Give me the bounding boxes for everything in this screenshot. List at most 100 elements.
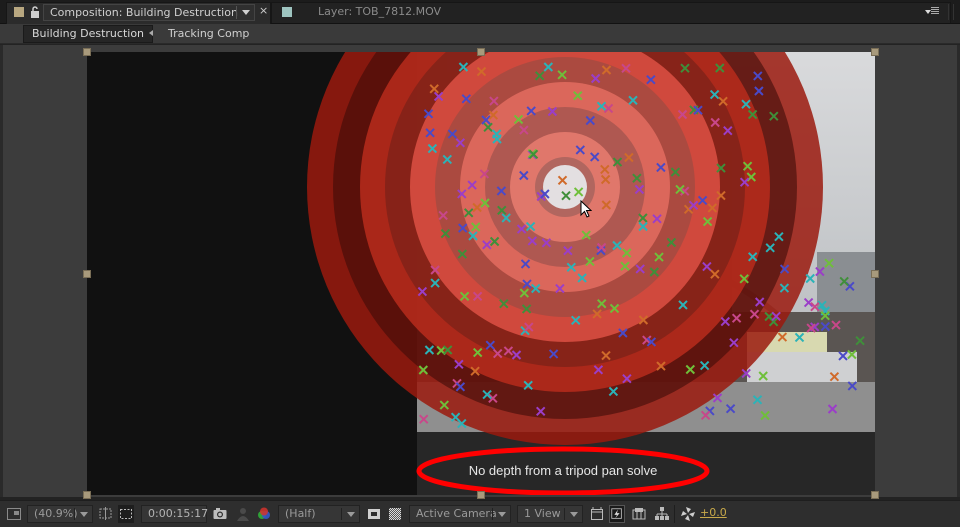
track-point: [760, 410, 770, 421]
composition-frame[interactable]: No depth from a tripod pan solve: [87, 52, 875, 495]
track-point: [601, 200, 612, 210]
track-point: [438, 210, 448, 221]
track-point: [765, 243, 775, 253]
panel-menu-icon[interactable]: [925, 7, 943, 17]
panel-grip-handle[interactable]: [948, 4, 954, 20]
chevron-down-icon: [570, 512, 578, 517]
transform-handle-top-left[interactable]: [83, 48, 91, 56]
track-point: [519, 125, 529, 135]
track-point: [547, 106, 558, 117]
track-point: [815, 266, 825, 277]
transform-handle-bottom-right[interactable]: [871, 491, 879, 499]
snapshot-camera-icon[interactable]: [212, 505, 228, 523]
track-point: [454, 359, 464, 370]
track-point: [463, 208, 474, 218]
rgb-channel-icon[interactable]: [256, 505, 272, 523]
track-point: [423, 109, 434, 119]
track-point: [489, 96, 499, 106]
track-point: [482, 240, 492, 250]
transform-handle-top-center[interactable]: [477, 48, 485, 56]
region-of-interest-icon[interactable]: [98, 505, 114, 523]
composition-dropdown[interactable]: Composition: Building Destruction: [43, 4, 255, 21]
track-point: [525, 221, 536, 232]
track-points-layer: [417, 62, 865, 429]
track-point: [670, 167, 681, 177]
transform-handle-bottom-left[interactable]: [83, 491, 91, 499]
view-layout-dropdown[interactable]: 1 View: [517, 505, 583, 523]
track-point: [654, 252, 664, 262]
fast-previews-lightning-icon[interactable]: [609, 505, 625, 523]
lock-icon[interactable]: [30, 6, 40, 18]
track-point: [839, 276, 849, 287]
track-point: [548, 349, 559, 359]
track-point: [718, 96, 728, 107]
track-point: [723, 125, 733, 136]
track-point: [535, 406, 546, 417]
track-point: [656, 162, 666, 173]
exposure-value[interactable]: +0.0: [700, 506, 727, 519]
close-tab-icon[interactable]: ×: [259, 5, 268, 17]
track-point: [523, 380, 533, 391]
track-point: [481, 115, 491, 125]
track-point: [710, 117, 720, 128]
checkerboard-icon[interactable]: [387, 505, 403, 523]
track-point: [472, 202, 482, 213]
breadcrumb-arrow-icon[interactable]: [149, 30, 153, 36]
transform-handle-bottom-center[interactable]: [477, 491, 485, 499]
track-point: [430, 265, 440, 275]
track-point: [609, 303, 620, 314]
track-point: [455, 382, 466, 392]
show-snapshot-icon[interactable]: [235, 505, 251, 523]
current-time-display[interactable]: 0:00:15:17: [141, 505, 208, 523]
breadcrumb-current[interactable]: Building Destruction: [23, 25, 154, 43]
track-point: [573, 187, 584, 197]
track-point: [656, 361, 666, 371]
track-point: [824, 258, 834, 268]
flowchart-icon[interactable]: [654, 505, 670, 523]
track-point: [442, 345, 453, 355]
track-point: [447, 129, 458, 139]
magnification-dropdown[interactable]: (40.9%): [27, 505, 93, 523]
track-point: [794, 332, 805, 343]
toggle-mask-icon[interactable]: [366, 505, 382, 523]
track-point: [608, 386, 619, 397]
track-point: [457, 249, 468, 259]
track-point: [618, 328, 628, 338]
track-point: [516, 224, 527, 234]
transform-handle-top-right[interactable]: [871, 48, 879, 56]
draft-3d-icon[interactable]: [589, 505, 605, 523]
layer-tab-label[interactable]: Layer: TOB_7812.MOV: [318, 5, 441, 18]
track-point: [483, 122, 493, 133]
track-point: [628, 95, 638, 106]
track-point: [476, 66, 487, 77]
track-point: [492, 348, 503, 359]
breadcrumb-parent[interactable]: Tracking Comp: [168, 27, 249, 40]
resolution-value: (Half): [285, 507, 316, 520]
track-point: [847, 349, 857, 360]
track-point: [430, 278, 440, 288]
track-point: [457, 189, 467, 199]
transparency-grid-toggle-icon[interactable]: [118, 505, 134, 523]
resolution-dropdown[interactable]: (Half): [278, 505, 360, 523]
track-point: [520, 259, 531, 269]
reset-exposure-icon[interactable]: [680, 505, 696, 523]
camera-view-dropdown[interactable]: Active Camera: [409, 505, 511, 523]
track-point: [522, 279, 532, 289]
track-point: [427, 143, 438, 154]
track-point: [715, 63, 725, 73]
track-point: [503, 346, 514, 356]
track-point: [677, 109, 688, 120]
track-point: [612, 240, 622, 251]
always-preview-icon[interactable]: [6, 505, 22, 523]
track-point: [442, 154, 453, 165]
transform-handle-middle-left[interactable]: [83, 270, 91, 278]
track-point: [501, 213, 511, 223]
transform-handle-middle-right[interactable]: [871, 270, 879, 278]
timeline-icon[interactable]: [631, 505, 647, 523]
track-point: [709, 89, 720, 100]
track-point: [685, 364, 696, 375]
track-point: [820, 321, 831, 332]
track-point: [485, 340, 496, 350]
annotation-text: No depth from a tripod pan solve: [468, 463, 658, 478]
track-point: [480, 198, 490, 208]
